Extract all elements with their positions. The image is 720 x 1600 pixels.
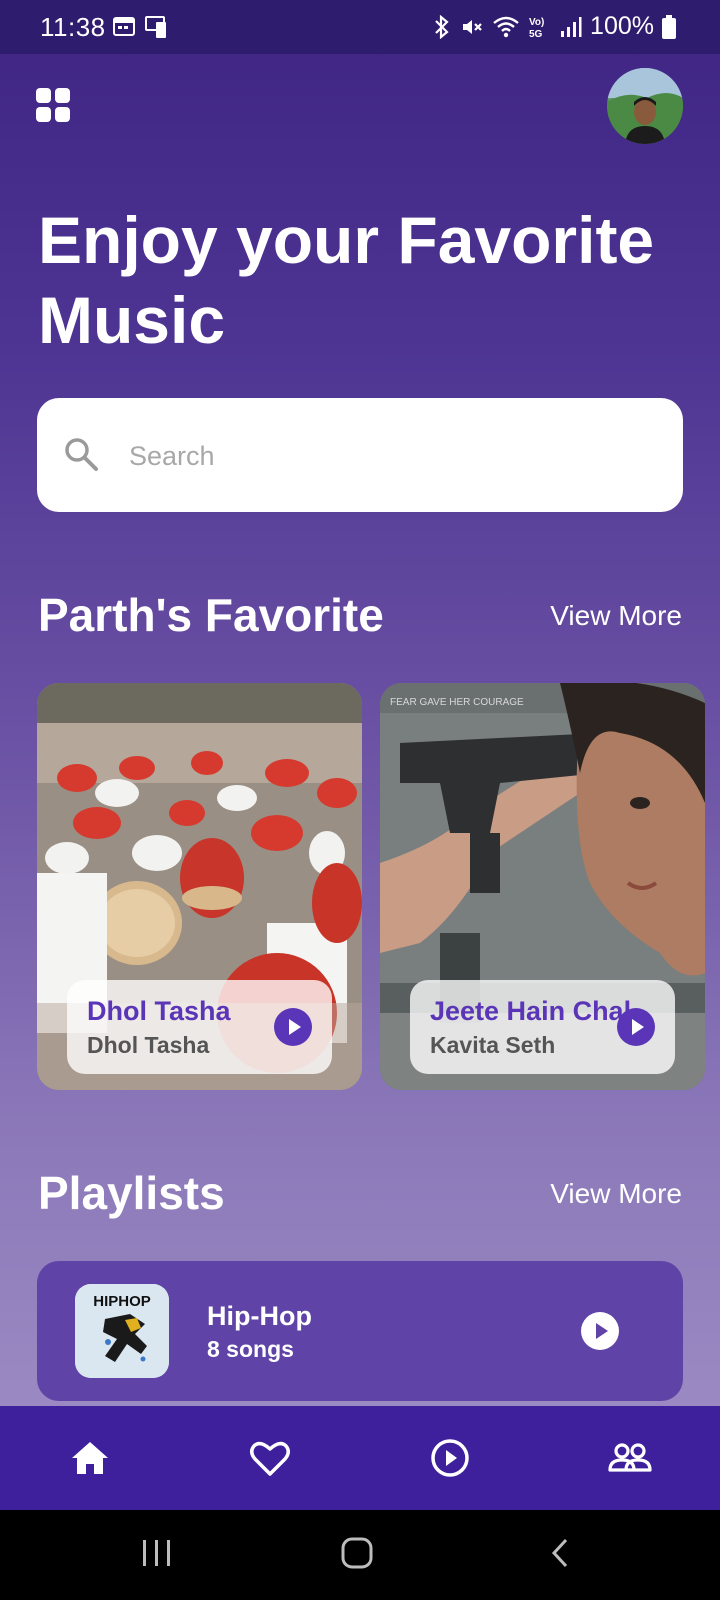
play-icon[interactable] xyxy=(580,1311,620,1351)
song-title: Jeete Hain Chal xyxy=(430,996,632,1026)
volte-5g-icon: Vo) 5G xyxy=(528,14,552,40)
page-title: Enjoy your Favorite Music xyxy=(38,203,655,357)
avatar[interactable] xyxy=(607,68,683,144)
song-artist: Kavita Seth xyxy=(430,1032,556,1058)
wifi-icon xyxy=(492,15,520,39)
playlists-section-title: Playlists xyxy=(38,1167,225,1219)
screen-share-icon xyxy=(144,14,170,40)
playlist-thumbnail: HIPHOP xyxy=(75,1284,169,1378)
system-nav-bar xyxy=(0,1510,720,1600)
menu-grid-icon[interactable] xyxy=(36,88,70,122)
favorite-card-info: Dhol Tasha Dhol Tasha xyxy=(67,980,332,1074)
playlist-song-count: 8 songs xyxy=(207,1336,294,1362)
back-icon[interactable] xyxy=(544,1536,578,1575)
mute-icon xyxy=(460,15,484,39)
svg-text:Vo): Vo) xyxy=(529,17,544,28)
favorites-section-title: Parth's Favorite xyxy=(38,589,384,641)
battery-icon xyxy=(662,14,676,39)
playlist-name: Hip-Hop xyxy=(207,1301,312,1331)
svg-text:5G: 5G xyxy=(529,29,543,40)
favorite-card[interactable]: FEAR GAVE HER COURAGE Jeete Hain Chal Ka… xyxy=(380,683,705,1090)
home-icon[interactable] xyxy=(66,1434,114,1482)
play-circle-icon[interactable] xyxy=(426,1434,474,1482)
status-bar: 11:38 Vo) 5G 100% xyxy=(0,0,720,54)
home-button-icon[interactable] xyxy=(340,1536,374,1575)
play-icon[interactable] xyxy=(617,1008,655,1046)
heart-icon[interactable] xyxy=(246,1434,294,1482)
recent-apps-icon[interactable] xyxy=(140,1536,174,1575)
play-icon[interactable] xyxy=(274,1008,312,1046)
song-artist: Dhol Tasha xyxy=(87,1032,210,1058)
calendar-icon xyxy=(112,14,136,40)
song-title: Dhol Tasha xyxy=(87,996,231,1026)
search-input[interactable] xyxy=(127,428,651,484)
search-bar[interactable] xyxy=(37,398,683,512)
favorite-card-info: Jeete Hain Chal Kavita Seth xyxy=(410,980,675,1074)
battery-percent: 100% xyxy=(590,12,654,40)
svg-text:FEAR GAVE HER COURAGE: FEAR GAVE HER COURAGE xyxy=(390,697,524,708)
music-app-screen: 11:38 Vo) 5G 100% Enjoy your Favorite Mu… xyxy=(0,0,720,1406)
playlist-thumb-text: HIPHOP xyxy=(93,1293,151,1310)
favorites-view-more-link[interactable]: View More xyxy=(550,600,682,632)
playlists-view-more-link[interactable]: View More xyxy=(550,1178,682,1210)
signal-icon xyxy=(560,16,582,38)
bluetooth-icon xyxy=(432,14,452,39)
playlist-item[interactable]: HIPHOP Hip-Hop 8 songs xyxy=(37,1261,683,1401)
status-time: 11:38 xyxy=(40,12,106,42)
favorite-card[interactable]: Dhol Tasha Dhol Tasha xyxy=(37,683,362,1090)
search-icon xyxy=(63,436,99,477)
bottom-nav xyxy=(0,1406,720,1510)
people-icon[interactable] xyxy=(606,1434,654,1482)
